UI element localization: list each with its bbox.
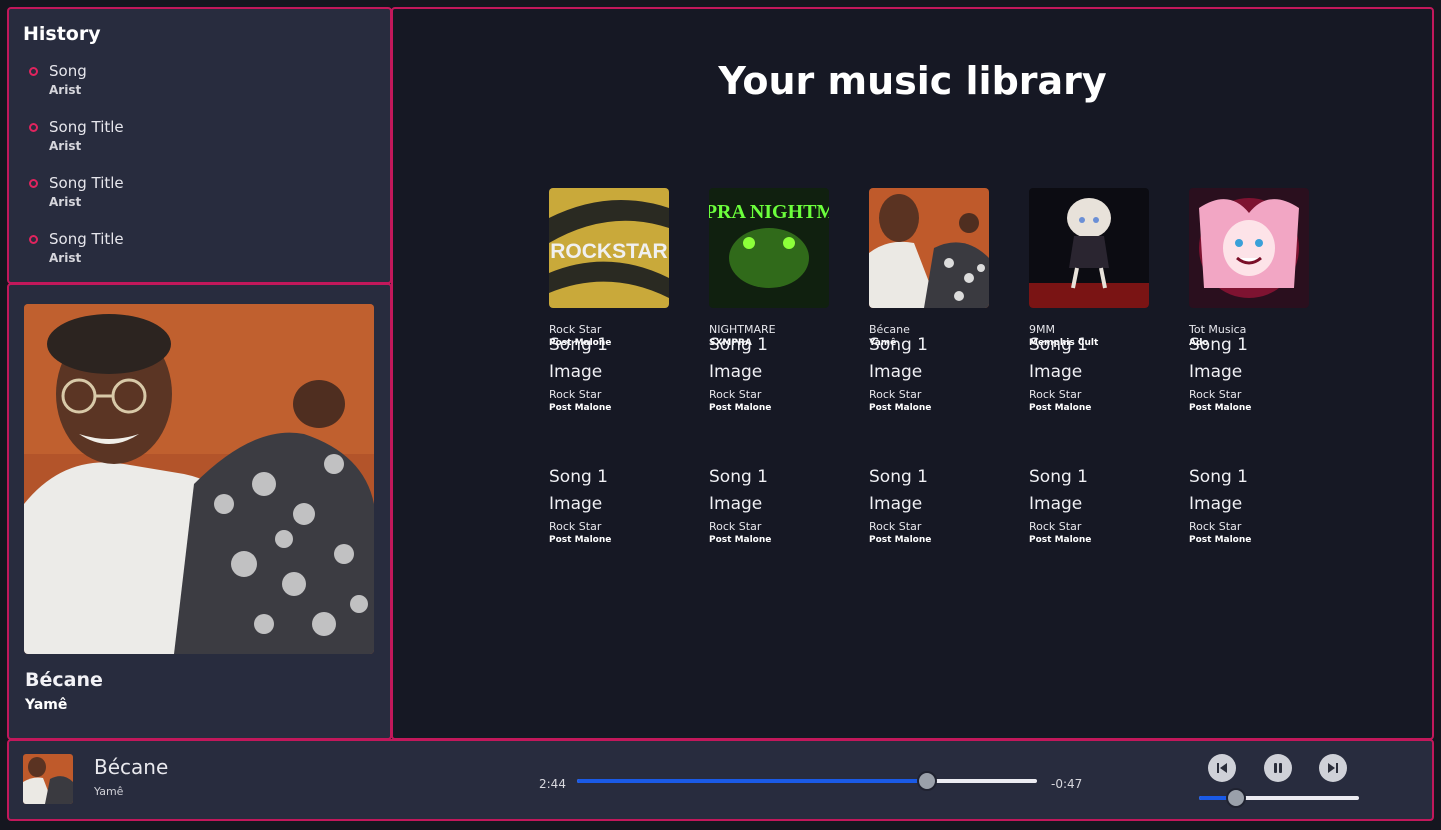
album-artist: Post Malone [869,535,932,545]
skip-next-icon [1328,763,1338,773]
volume-handle[interactable] [1225,788,1246,808]
album-artist: Post Malone [549,535,612,545]
album-card-placeholder[interactable]: Song 1 Image Rock Star Post Malone [1189,452,1349,584]
album-artist: Post Malone [709,535,772,545]
album-card[interactable]: 9MM Memphis Cult [1029,188,1189,348]
elapsed-time: 2:44 [539,777,566,791]
previous-button[interactable] [1208,754,1236,782]
album-artist: Post Malone [549,403,612,413]
player-bar: Bécane Yamê 2:44 -0:47 [7,739,1434,821]
now-playing-artist: Yamê [25,697,68,713]
album-title: Rock Star [709,388,762,401]
bullet-icon [29,67,38,76]
album-cover: SXMPRA NIGHTMARE [709,188,829,308]
history-song: Song Title [49,174,124,192]
album-card-placeholder[interactable]: Song 1 Image Rock Star Post Malone [549,452,709,584]
history-item[interactable]: Song Arist [27,61,124,117]
image-alt-text: Song 1 Image [1029,467,1088,514]
album-title: Rock Star [1189,520,1242,533]
album-cover [869,188,989,308]
player-title: Bécane [94,755,169,779]
album-artist: Post Malone [1189,535,1252,545]
player-artist: Yamê [94,785,124,798]
seek-bar[interactable] [577,771,1037,791]
history-title: History [23,23,101,45]
now-playing-panel: Bécane Yamê [7,283,392,740]
image-alt-text: Song 1 Image [549,467,608,514]
history-list: Song Arist Song Title Arist Song Title A… [27,61,124,285]
album-cover [1029,188,1149,308]
page-title: Your music library [718,59,1107,103]
album-title: Rock Star [549,388,602,401]
next-button[interactable] [1319,754,1347,782]
album-grid: ROCKSTAR Rock Star Post Malone SXMPRA NI… [549,188,1349,584]
pause-icon [1274,763,1282,773]
history-artist: Arist [49,195,82,209]
album-card-placeholder[interactable]: Song 1 Image Rock Star Post Malone [709,320,869,452]
album-artist: Post Malone [1029,403,1092,413]
album-card-placeholder[interactable]: Song 1 Image Rock Star Post Malone [1189,320,1349,452]
album-title: Rock Star [1189,388,1242,401]
album-card-placeholder[interactable]: Song 1 Image Rock Star Post Malone [869,320,1029,452]
bullet-icon [29,179,38,188]
seek-handle[interactable] [916,771,937,791]
history-panel: History Song Arist Song Title Arist Song… [7,7,392,284]
history-item[interactable]: Song Title Arist [27,173,124,229]
album-title: Rock Star [1029,520,1082,533]
history-song: Song Title [49,230,124,248]
now-playing-title: Bécane [25,669,103,691]
album-card[interactable]: SXMPRA NIGHTMARE NIGHTMARE SXMPRA [709,188,869,348]
album-cover-text: ROCKSTAR [550,240,667,263]
history-item[interactable]: Song Title Arist [27,117,124,173]
album-artist: Post Malone [869,403,932,413]
album-card-placeholder[interactable]: Song 1 Image Rock Star Post Malone [1029,320,1189,452]
album-title: Rock Star [709,520,762,533]
volume-slider[interactable] [1199,788,1359,808]
album-card[interactable]: ROCKSTAR Rock Star Post Malone [549,188,709,348]
history-item[interactable]: Song Title Arist [27,229,124,285]
history-song: Song [49,62,87,80]
image-alt-text: Song 1 Image [1189,335,1248,382]
image-alt-text: Song 1 Image [869,467,928,514]
now-playing-cover [24,304,374,654]
image-alt-text: Song 1 Image [709,335,768,382]
image-alt-text: Song 1 Image [869,335,928,382]
album-card[interactable]: Tot Musica Ado [1189,188,1349,348]
album-title: Rock Star [1029,388,1082,401]
bullet-icon [29,123,38,132]
bullet-icon [29,235,38,244]
album-title: Rock Star [869,520,922,533]
image-alt-text: Song 1 Image [709,467,768,514]
pause-button[interactable] [1264,754,1292,782]
history-artist: Arist [49,83,82,97]
album-artist: Post Malone [709,403,772,413]
album-title: Rock Star [869,388,922,401]
remaining-time: -0:47 [1051,777,1083,791]
album-card-placeholder[interactable]: Song 1 Image Rock Star Post Malone [1029,452,1189,584]
image-alt-text: Song 1 Image [549,335,608,382]
album-card-placeholder[interactable]: Song 1 Image Rock Star Post Malone [709,452,869,584]
history-song: Song Title [49,118,124,136]
skip-previous-icon [1217,763,1227,773]
album-cover: ROCKSTAR [549,188,669,308]
history-artist: Arist [49,251,82,265]
album-artist: Post Malone [1029,535,1092,545]
library-panel: Your music library ROCKSTAR Rock Star Po… [391,7,1434,740]
album-cover-text: SXMPRA NIGHTMARE [709,201,829,223]
player-cover [23,754,73,804]
image-alt-text: Song 1 Image [1029,335,1088,382]
image-alt-text: Song 1 Image [1189,467,1248,514]
history-artist: Arist [49,139,82,153]
album-card-placeholder[interactable]: Song 1 Image Rock Star Post Malone [549,320,709,452]
album-card[interactable]: Bécane Yamê [869,188,1029,348]
album-artist: Post Malone [1189,403,1252,413]
seek-progress [577,779,927,783]
album-title: Rock Star [549,520,602,533]
album-card-placeholder[interactable]: Song 1 Image Rock Star Post Malone [869,452,1029,584]
album-cover [1189,188,1309,308]
